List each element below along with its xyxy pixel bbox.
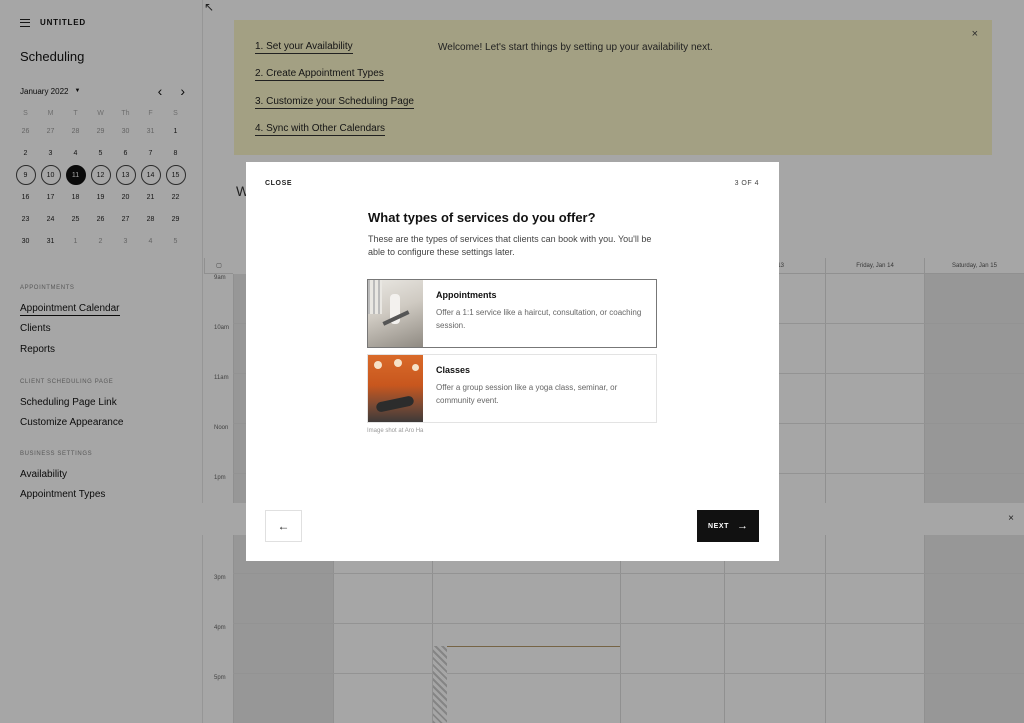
appointments-image [368, 280, 423, 347]
back-button[interactable]: ← [265, 510, 302, 542]
modal-title: What types of services do you offer? [368, 210, 596, 225]
modal-close-button[interactable]: CLOSE [265, 180, 292, 187]
option-classes[interactable]: Classes Offer a group session like a yog… [367, 354, 657, 423]
next-button[interactable]: NEXT → [697, 510, 759, 542]
services-modal: CLOSE 3 OF 4 What types of services do y… [246, 162, 779, 561]
option-appointments[interactable]: Appointments Offer a 1:1 service like a … [367, 279, 657, 348]
image-credit: Image shot at Aro Ha [367, 428, 424, 434]
option-title: Classes [436, 365, 471, 375]
arrow-left-icon: ← [277, 519, 290, 533]
modal-description: These are the types of services that cli… [368, 234, 652, 257]
option-description: Offer a 1:1 service like a haircut, cons… [436, 308, 642, 330]
option-description: Offer a group session like a yoga class,… [436, 383, 618, 405]
arrow-right-icon: → [737, 520, 749, 532]
step-indicator: 3 OF 4 [734, 180, 759, 187]
next-button-label: NEXT [707, 522, 730, 530]
option-title: Appointments [436, 290, 497, 300]
classes-image [368, 355, 423, 422]
